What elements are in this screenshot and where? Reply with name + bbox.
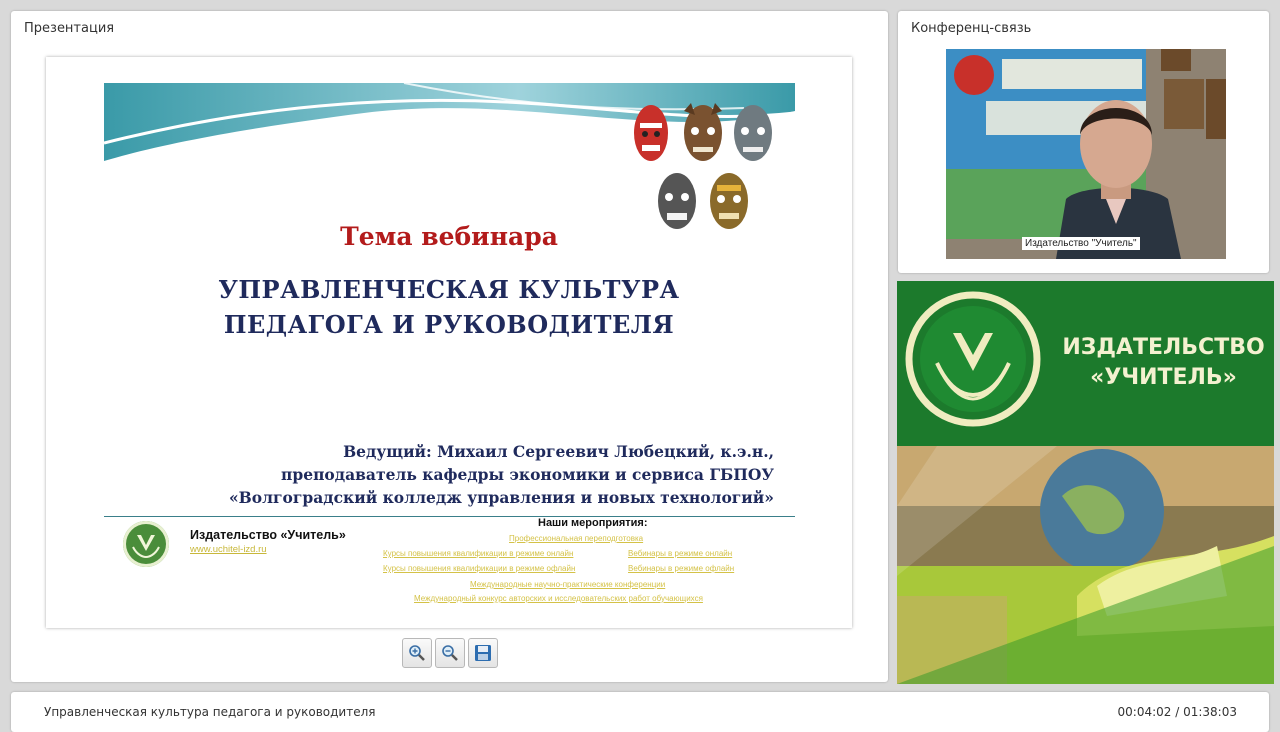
event-link[interactable]: Вебинары в режиме офлайн: [628, 564, 734, 573]
publisher-banner-line2: «УЧИТЕЛЬ»: [1090, 365, 1237, 390]
presenter-line1: Ведущий: Михаил Сергеевич Любецкий, к.э.…: [343, 442, 774, 461]
event-link[interactable]: Международный конкурс авторских и исслед…: [414, 594, 703, 603]
presentation-panel-title: Презентация: [24, 21, 115, 36]
slide-divider: [104, 516, 795, 517]
presentation-panel: Презентация Тема вебинара УПРАВЛЕНЧЕСКАЯ…: [11, 11, 888, 682]
zoom-in-button[interactable]: [402, 638, 432, 668]
save-button[interactable]: [468, 638, 498, 668]
event-link[interactable]: Профессиональная переподготовка: [509, 534, 643, 543]
slide-title-line1: УПРАВЛЕНЧЕСКАЯ КУЛЬТУРА: [218, 275, 680, 304]
publisher-emblem: [905, 291, 1041, 427]
masks-illustration: [634, 103, 772, 229]
slide-title-line2: ПЕДАГОГА И РУКОВОДИТЕЛЯ: [223, 310, 675, 339]
event-link[interactable]: Международные научно-практические конфер…: [470, 580, 665, 589]
books-globe-illustration: [897, 446, 1274, 684]
publisher-logo: [123, 521, 169, 567]
events-heading: Наши мероприятия:: [538, 517, 648, 529]
publisher-banner-top: ИЗДАТЕЛЬСТВО «УЧИТЕЛЬ»: [897, 281, 1274, 446]
save-icon: [475, 645, 491, 661]
video-feed[interactable]: Издательство "Учитель": [946, 49, 1226, 259]
footer-bar: Управленческая культура педагога и руков…: [11, 692, 1269, 732]
presenter-line2: преподаватель кафедры экономики и сервис…: [281, 465, 774, 484]
video-frame: [946, 49, 1226, 259]
conference-panel-title: Конференц-связь: [911, 21, 1032, 36]
event-link[interactable]: Вебинары в режиме онлайн: [628, 549, 732, 558]
playback-time: 00:04:02 / 01:38:03: [1117, 705, 1237, 719]
presentation-slide: Тема вебинара УПРАВЛЕНЧЕСКАЯ КУЛЬТУРА ПЕ…: [46, 57, 852, 628]
conference-panel: Конференц-связь Издательство "Учитель": [898, 11, 1269, 273]
publisher-name: Издательство «Учитель»: [190, 528, 346, 542]
publisher-banner-line1: ИЗДАТЕЛЬСТВО: [1062, 335, 1265, 360]
zoom-out-icon: [442, 645, 458, 661]
zoom-in-icon: [409, 645, 425, 661]
footer-title: Управленческая культура педагога и руков…: [44, 705, 376, 719]
publisher-link[interactable]: www.uchitel-izd.ru: [190, 544, 267, 555]
zoom-out-button[interactable]: [435, 638, 465, 668]
event-link[interactable]: Курсы повышения квалификации в режиме оф…: [383, 564, 575, 573]
event-link[interactable]: Курсы повышения квалификации в режиме он…: [383, 549, 573, 558]
presenter-line3: «Волгоградский колледж управления и новы…: [228, 488, 774, 507]
video-caption: Издательство "Учитель": [1022, 237, 1140, 250]
publisher-banner: ИЗДАТЕЛЬСТВО «УЧИТЕЛЬ»: [897, 281, 1274, 684]
slide-topic: Тема вебинара: [340, 222, 558, 251]
